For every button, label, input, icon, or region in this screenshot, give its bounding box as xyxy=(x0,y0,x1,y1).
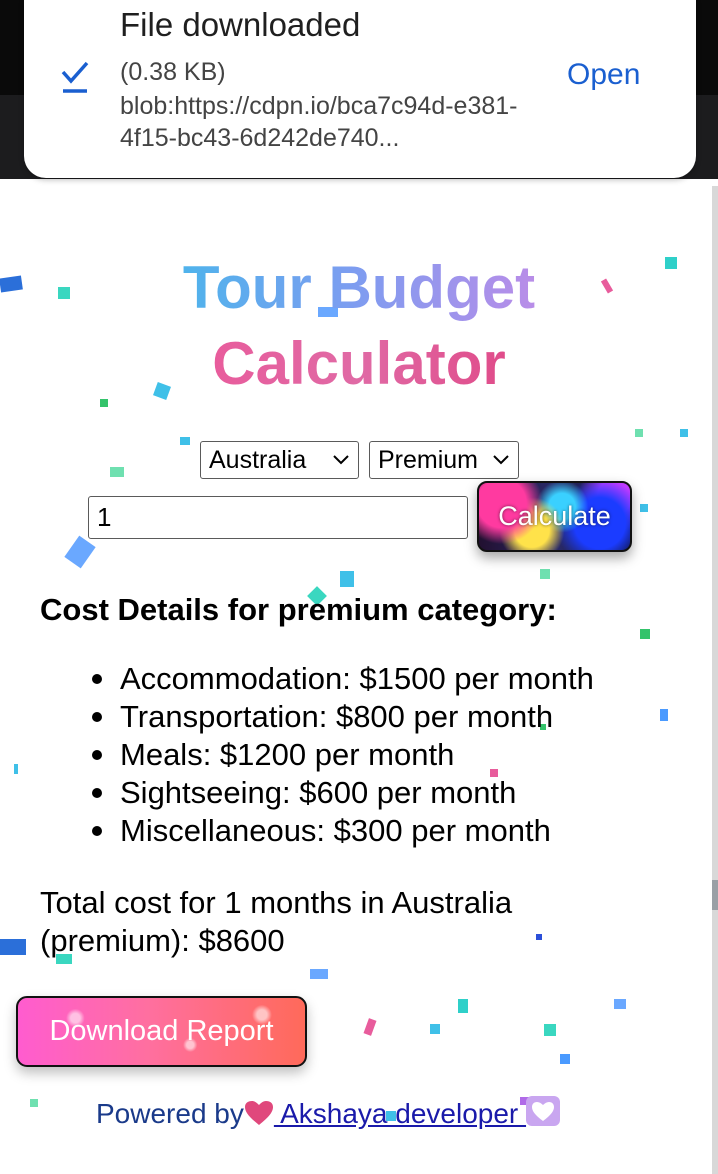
list-item: Accommodation: $1500 per month xyxy=(88,660,594,698)
heart-icon xyxy=(244,1101,273,1125)
chevron-down-icon xyxy=(333,455,349,465)
list-item: Meals: $1200 per month xyxy=(88,736,594,774)
check-icon xyxy=(61,61,89,93)
category-select-value: Premium xyxy=(378,446,479,474)
list-item: Sightseeing: $600 per month xyxy=(88,774,594,812)
calculate-button-label: Calculate xyxy=(498,501,611,531)
notification-title: File downloaded xyxy=(120,6,361,43)
list-item: Miscellaneous: $300 per month xyxy=(88,812,594,850)
download-report-label: Download Report xyxy=(49,1015,274,1047)
footer: Powered by Akshaya developer xyxy=(96,1096,561,1130)
download-notification: File downloaded (0.38 KB) blob:https://c… xyxy=(24,0,696,178)
scrollbar-thumb[interactable] xyxy=(712,880,718,910)
notification-url: blob:https://cdpn.io/bca7c94d-e381-4f15-… xyxy=(120,92,518,152)
author-link[interactable]: Akshaya developer xyxy=(244,1096,561,1129)
calculate-button[interactable]: Calculate xyxy=(477,481,632,552)
total-cost: Total cost for 1 months in Australia (pr… xyxy=(40,885,513,958)
open-button[interactable]: Open xyxy=(567,58,640,92)
download-report-button[interactable]: Download Report xyxy=(16,996,307,1067)
footer-prefix: Powered by xyxy=(96,1098,244,1129)
chevron-down-icon xyxy=(493,455,509,465)
category-select[interactable]: Premium xyxy=(369,441,519,479)
heart-icon xyxy=(526,1096,561,1126)
notification-file-size: (0.38 KB) xyxy=(120,58,226,86)
cost-details-heading: Cost Details for premium category: xyxy=(40,592,557,627)
destination-select[interactable]: Australia xyxy=(200,441,359,479)
list-item: Transportation: $800 per month xyxy=(88,698,594,736)
page-title: Tour Budget Calculator xyxy=(0,250,718,402)
months-input[interactable]: 1 xyxy=(88,496,468,539)
destination-select-value: Australia xyxy=(209,446,307,474)
title-line-1: Tour Budget xyxy=(183,250,535,326)
cost-list: Accommodation: $1500 per month Transport… xyxy=(88,660,594,850)
title-line-2: Calculator xyxy=(212,326,505,402)
